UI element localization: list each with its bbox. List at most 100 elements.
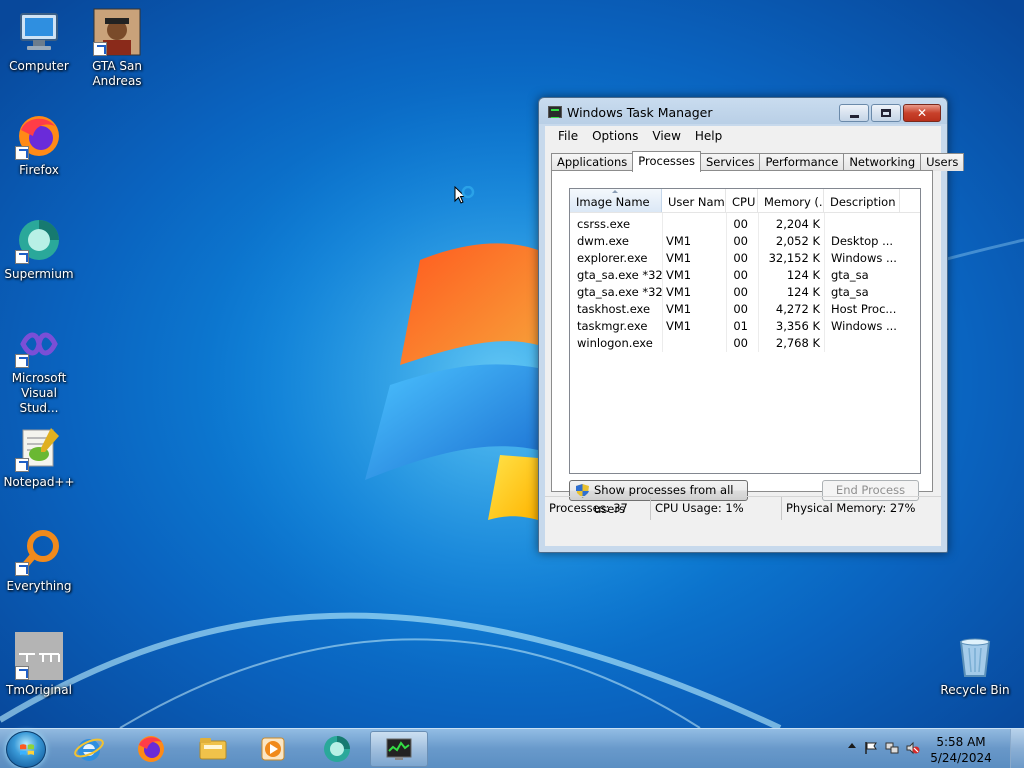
menu-help[interactable]: Help — [688, 129, 729, 143]
clock-time: 5:58 AM — [936, 735, 986, 749]
window-title: Windows Task Manager — [567, 105, 713, 120]
file-explorer-icon — [199, 738, 227, 760]
tmoriginal-icon — [15, 632, 63, 680]
cell-cpu: 00 — [733, 285, 748, 299]
cell-user: VM1 — [666, 285, 692, 299]
table-row[interactable]: gta_sa.exe *32 VM1 00 124 K gta_sa — [570, 267, 920, 284]
mouse-cursor-busy-icon — [454, 186, 475, 204]
action-center-flag-icon[interactable] — [864, 741, 878, 755]
desktop-icon-recycle-bin[interactable]: Recycle Bin — [936, 632, 1014, 698]
menu-view[interactable]: View — [645, 129, 687, 143]
cell-cpu: 01 — [733, 319, 748, 333]
visual-studio-icon — [15, 320, 63, 368]
table-row[interactable]: winlogon.exe 00 2,768 K — [570, 335, 920, 352]
minimize-button[interactable] — [839, 104, 869, 122]
cell-desc: Windows ... — [831, 319, 897, 333]
media-player-icon — [261, 737, 285, 761]
cell-cpu: 00 — [733, 251, 748, 265]
taskbar-clock[interactable]: 5:58 AM 5/24/2024 — [928, 734, 994, 766]
network-icon[interactable] — [885, 741, 899, 755]
table-row[interactable]: taskmgr.exe VM1 01 3,356 K Windows ... — [570, 318, 920, 335]
cell-image: explorer.exe — [577, 251, 648, 265]
status-bar: Processes: 37 CPU Usage: 1% Physical Mem… — [545, 496, 941, 520]
cell-memory: 2,768 K — [775, 336, 820, 350]
menu-file[interactable]: File — [551, 129, 585, 143]
taskbar-internet-explorer[interactable] — [60, 731, 118, 767]
cell-image: taskhost.exe — [577, 302, 651, 316]
desktop-icon-gta-san-andreas[interactable]: GTA San Andreas — [78, 8, 156, 89]
desktop-icon-notepadpp[interactable]: Notepad++ — [0, 424, 78, 490]
maximize-button[interactable] — [871, 104, 901, 122]
taskbar-media-player[interactable] — [244, 731, 302, 767]
cell-user — [662, 335, 726, 352]
cell-memory: 32,152 K — [768, 251, 820, 265]
status-physical-memory: Physical Memory: 27% — [786, 501, 916, 515]
cell-user — [662, 216, 726, 233]
cell-user: VM1 — [666, 268, 692, 282]
column-cpu[interactable]: CPU — [726, 189, 758, 212]
table-row[interactable]: taskhost.exe VM1 00 4,272 K Host Proc... — [570, 301, 920, 318]
cell-image: gta_sa.exe *32 — [577, 285, 662, 299]
tab-applications[interactable]: Applications — [551, 153, 634, 171]
start-button[interactable] — [6, 731, 46, 768]
desktop-icon-supermium[interactable]: Supermium — [0, 216, 78, 282]
cell-memory: 2,204 K — [775, 217, 820, 231]
table-row[interactable]: gta_sa.exe *32 VM1 00 124 K gta_sa — [570, 284, 920, 301]
cell-memory: 124 K — [786, 285, 820, 299]
task-manager-window[interactable]: Windows Task Manager ✕ File Options View… — [538, 97, 965, 553]
desktop-icon-computer[interactable]: Computer — [0, 8, 78, 74]
tab-services[interactable]: Services — [699, 153, 761, 171]
tab-users[interactable]: Users — [920, 153, 965, 171]
cell-user: VM1 — [666, 234, 692, 248]
shortcut-arrow-icon — [15, 146, 29, 160]
table-row[interactable]: explorer.exe VM1 00 32,152 K Windows ... — [570, 250, 920, 267]
volume-muted-icon[interactable] — [906, 741, 920, 755]
status-processes: Processes: 37 — [545, 497, 651, 520]
shortcut-arrow-icon — [15, 562, 29, 576]
taskbar-task-manager[interactable] — [370, 731, 428, 767]
taskbar-file-explorer[interactable] — [184, 731, 242, 767]
status-cpu-usage: CPU Usage: 1% — [651, 497, 782, 520]
show-desktop-button[interactable] — [1010, 729, 1024, 768]
desktop-icon-visual-studio[interactable]: Microsoft Visual Stud... — [0, 320, 78, 416]
tab-strip: Applications Processes Services Performa… — [551, 151, 965, 172]
tab-performance[interactable]: Performance — [759, 153, 845, 171]
cell-cpu: 00 — [733, 268, 748, 282]
cell-memory: 3,356 K — [775, 319, 820, 333]
clock-date: 5/24/2024 — [930, 751, 992, 765]
process-list-header: Image Name User Name CPU Memory (... Des… — [570, 189, 920, 213]
cell-desc — [824, 216, 900, 233]
desktop-icon-firefox[interactable]: Firefox — [0, 112, 78, 178]
column-user-name[interactable]: User Name — [662, 189, 726, 212]
desktop-icon-tmoriginal[interactable]: TmOriginal — [0, 632, 78, 698]
table-row[interactable]: dwm.exe VM1 00 2,052 K Desktop ... — [570, 233, 920, 250]
shortcut-arrow-icon — [15, 250, 29, 264]
supermium-icon — [15, 216, 63, 264]
everything-icon — [15, 528, 63, 576]
process-list[interactable]: Image Name User Name CPU Memory (... Des… — [569, 188, 921, 474]
shortcut-arrow-icon — [93, 42, 107, 56]
column-memory[interactable]: Memory (... — [758, 189, 824, 212]
column-description[interactable]: Description — [824, 189, 900, 212]
tab-processes[interactable]: Processes — [632, 151, 701, 172]
firefox-icon — [15, 112, 63, 160]
maximize-icon — [881, 109, 891, 117]
show-hidden-icons-icon[interactable] — [848, 743, 856, 748]
menu-options[interactable]: Options — [585, 129, 645, 143]
cell-user: VM1 — [666, 319, 692, 333]
tab-networking[interactable]: Networking — [843, 153, 922, 171]
taskbar-firefox[interactable] — [122, 731, 180, 767]
title-bar[interactable]: Windows Task Manager ✕ — [539, 98, 947, 126]
desktop-icon-everything[interactable]: Everything — [0, 528, 78, 594]
cell-desc: gta_sa — [831, 285, 869, 299]
shortcut-arrow-icon — [15, 354, 29, 368]
cell-image: winlogon.exe — [577, 336, 653, 350]
taskbar-supermium[interactable] — [308, 731, 366, 767]
cell-desc: Host Proc... — [831, 302, 897, 316]
close-button[interactable]: ✕ — [903, 104, 941, 122]
column-image-name[interactable]: Image Name — [570, 189, 662, 212]
cell-image: dwm.exe — [577, 234, 629, 248]
table-row[interactable]: csrss.exe 00 2,204 K — [570, 216, 920, 233]
cell-desc: Desktop ... — [831, 234, 894, 248]
internet-explorer-icon — [74, 738, 104, 761]
